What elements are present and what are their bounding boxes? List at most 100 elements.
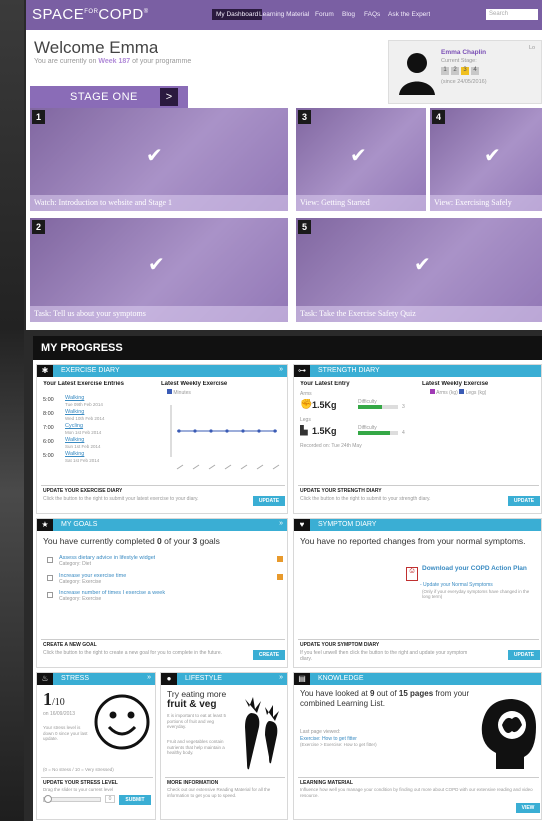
entry-date: Tue 09th Feb 2014 [65, 402, 103, 407]
chart-x-tick [272, 464, 280, 470]
chart-x-tick [224, 464, 232, 470]
tile-caption: Watch: Introduction to website and Stage… [30, 195, 288, 211]
create-goal-button[interactable]: CREATE [253, 650, 285, 660]
footer-title: LEARNING MATERIAL [300, 780, 353, 786]
divider [298, 777, 539, 778]
search-input[interactable]: Search [486, 9, 538, 20]
knowledge-panel: ▤ KNOWLEDGE You have looked at 9 out of 1… [293, 672, 542, 820]
panel-title: EXERCISE DIARY [61, 367, 120, 374]
nav-blog[interactable]: Blog [342, 11, 355, 18]
weekly-exercise-heading: Latest Weekly Exercise [161, 381, 228, 387]
flame-icon: ♨ [37, 673, 53, 685]
logout-link[interactable]: Lo [529, 45, 535, 51]
chart-legend: Minutes [167, 389, 191, 396]
stress-description: Your stress level is down 0 since your l… [43, 725, 88, 741]
chart-point [209, 429, 213, 433]
panel-title: SYMPTOM DIARY [318, 521, 377, 528]
panel-header[interactable]: ★ MY GOALS » [37, 519, 287, 531]
goal-flag-icon[interactable] [277, 574, 283, 580]
nav-faqs[interactable]: FAQs [364, 11, 380, 18]
exercise-diary-panel: ✱ EXERCISE DIARY » Your Latest Exercise En… [36, 364, 288, 514]
apple-icon: ● [161, 673, 177, 685]
entry-activity[interactable]: Walking [65, 437, 84, 443]
pages-total: 15 pages [398, 689, 434, 698]
nav-ask-expert[interactable]: Ask the Expert [388, 11, 430, 18]
page-title: Welcome Emma [34, 38, 159, 57]
symptom-status: You have no reported changes from your n… [300, 536, 526, 546]
footer-title: UPDATE YOUR SYMPTOM DIARY [300, 642, 380, 648]
task-tile-4[interactable]: 4 ✔ View: Exercising Safely [430, 108, 542, 211]
view-learning-button[interactable]: VIEW [516, 803, 540, 813]
goal-checkbox[interactable] [47, 592, 53, 598]
stage-title: STAGE ONE [70, 91, 138, 103]
dashboard-screenshot: SPACEFORCOPD® My Dashboard Learning Mate… [26, 0, 542, 330]
download-action-plan-link[interactable]: Download your COPD Action Plan [422, 565, 534, 572]
slider-handle[interactable] [44, 795, 52, 803]
chart-point [193, 429, 197, 433]
update-strength-button[interactable]: UPDATE [508, 496, 540, 506]
footer-text: If you feel unwell then click the button… [300, 650, 468, 662]
stress-value: 1 [43, 689, 52, 709]
footer-text: Influence how well you manage your condi… [300, 787, 533, 798]
progress-title: MY PROGRESS [33, 336, 542, 360]
task-tile-1[interactable]: 1 ✔ Watch: Introduction to website and S… [30, 108, 288, 211]
panel-header[interactable]: ⊶ STRENGTH DIARY [294, 365, 541, 377]
summary-mid: of your [161, 536, 193, 546]
entry-duration: 8:00 [43, 411, 54, 417]
entry-date: Wed 10th Feb 2014 [65, 416, 105, 421]
entry-activity[interactable]: Cycling [65, 423, 83, 429]
nav-my-dashboard[interactable]: My Dashboard [212, 9, 263, 20]
panel-header[interactable]: ✱ EXERCISE DIARY » [37, 365, 287, 377]
update-symptom-button[interactable]: UPDATE [508, 650, 540, 660]
nav-forum[interactable]: Forum [315, 11, 334, 18]
arm-icon: ✊ [300, 399, 313, 410]
arms-difficulty-level: 3 [402, 404, 405, 410]
next-stage-button[interactable]: > [160, 88, 178, 106]
entry-duration: 7:00 [43, 425, 54, 431]
entry-activity[interactable]: Walking [65, 451, 84, 457]
heart-icon: ♥ [294, 519, 310, 531]
footer-title: MORE INFORMATION [167, 780, 219, 786]
goal-checkbox[interactable] [47, 575, 53, 581]
stage-box-1: 1 [441, 67, 449, 75]
tile-caption: View: Exercising Safely [430, 195, 542, 211]
check-icon: ✔ [146, 145, 163, 167]
submit-stress-button[interactable]: SUBMIT [119, 795, 151, 805]
task-tile-2[interactable]: 2 ✔ Task: Tell us about your symptoms [30, 218, 288, 322]
stress-score: 1/10 [43, 689, 65, 710]
stress-slider[interactable] [43, 795, 101, 803]
panel-header[interactable]: ▤ KNOWLEDGE [294, 673, 541, 685]
legend-swatch-arms [430, 389, 435, 394]
footer-title: UPDATE YOUR STRENGTH DIARY [300, 488, 382, 494]
user-card: Emma Chaplin Current Stage: 1 2 3 4 (sin… [388, 40, 542, 104]
task-tile-3[interactable]: 3 ✔ View: Getting Started [296, 108, 426, 211]
stress-level-input[interactable]: 0 [105, 795, 115, 803]
symptom-diary-panel: ♥ SYMPTOM DIARY You have no reported chan… [293, 518, 542, 668]
star-icon: ★ [37, 519, 53, 531]
panel-header[interactable]: ♥ SYMPTOM DIARY [294, 519, 541, 531]
tile-caption: View: Getting Started [296, 195, 426, 211]
exercise-entries-heading: Your Latest Exercise Entries [43, 381, 124, 387]
entry-activity[interactable]: Walking [65, 395, 84, 401]
chevron-right-icon: » [279, 674, 283, 681]
goal-flag-icon[interactable] [277, 556, 283, 562]
update-exercise-button[interactable]: UPDATE [253, 496, 285, 506]
update-symptoms-link[interactable]: - Update your Normal Symptoms [420, 582, 493, 588]
chart-point [225, 429, 229, 433]
nav-learning-material[interactable]: Learning Material [259, 11, 309, 18]
divider [165, 777, 285, 778]
entry-duration: 6:00 [43, 439, 54, 445]
panel-header[interactable]: ● LIFESTYLE » [161, 673, 287, 685]
user-name[interactable]: Emma Chaplin [441, 49, 486, 56]
book-icon: ▤ [294, 673, 310, 685]
stage-since-date: (since 24/05/2016) [441, 79, 487, 85]
exercise-entry-row: 6:00 Walking Sun 1st Feb 2014 [43, 437, 153, 451]
entry-activity[interactable]: Walking [65, 409, 84, 415]
panel-header[interactable]: ♨ STRESS » [37, 673, 155, 685]
legs-difficulty-level: 4 [402, 430, 405, 436]
task-tile-5[interactable]: 5 ✔ Task: Take the Exercise Safety Quiz [296, 218, 542, 322]
goal-checkbox[interactable] [47, 557, 53, 563]
entry-date: Mon 1st Feb 2014 [65, 430, 102, 435]
site-logo[interactable]: SPACEFORCOPD® [32, 6, 149, 23]
footer-text: Drag the slider to your current level [43, 787, 114, 792]
